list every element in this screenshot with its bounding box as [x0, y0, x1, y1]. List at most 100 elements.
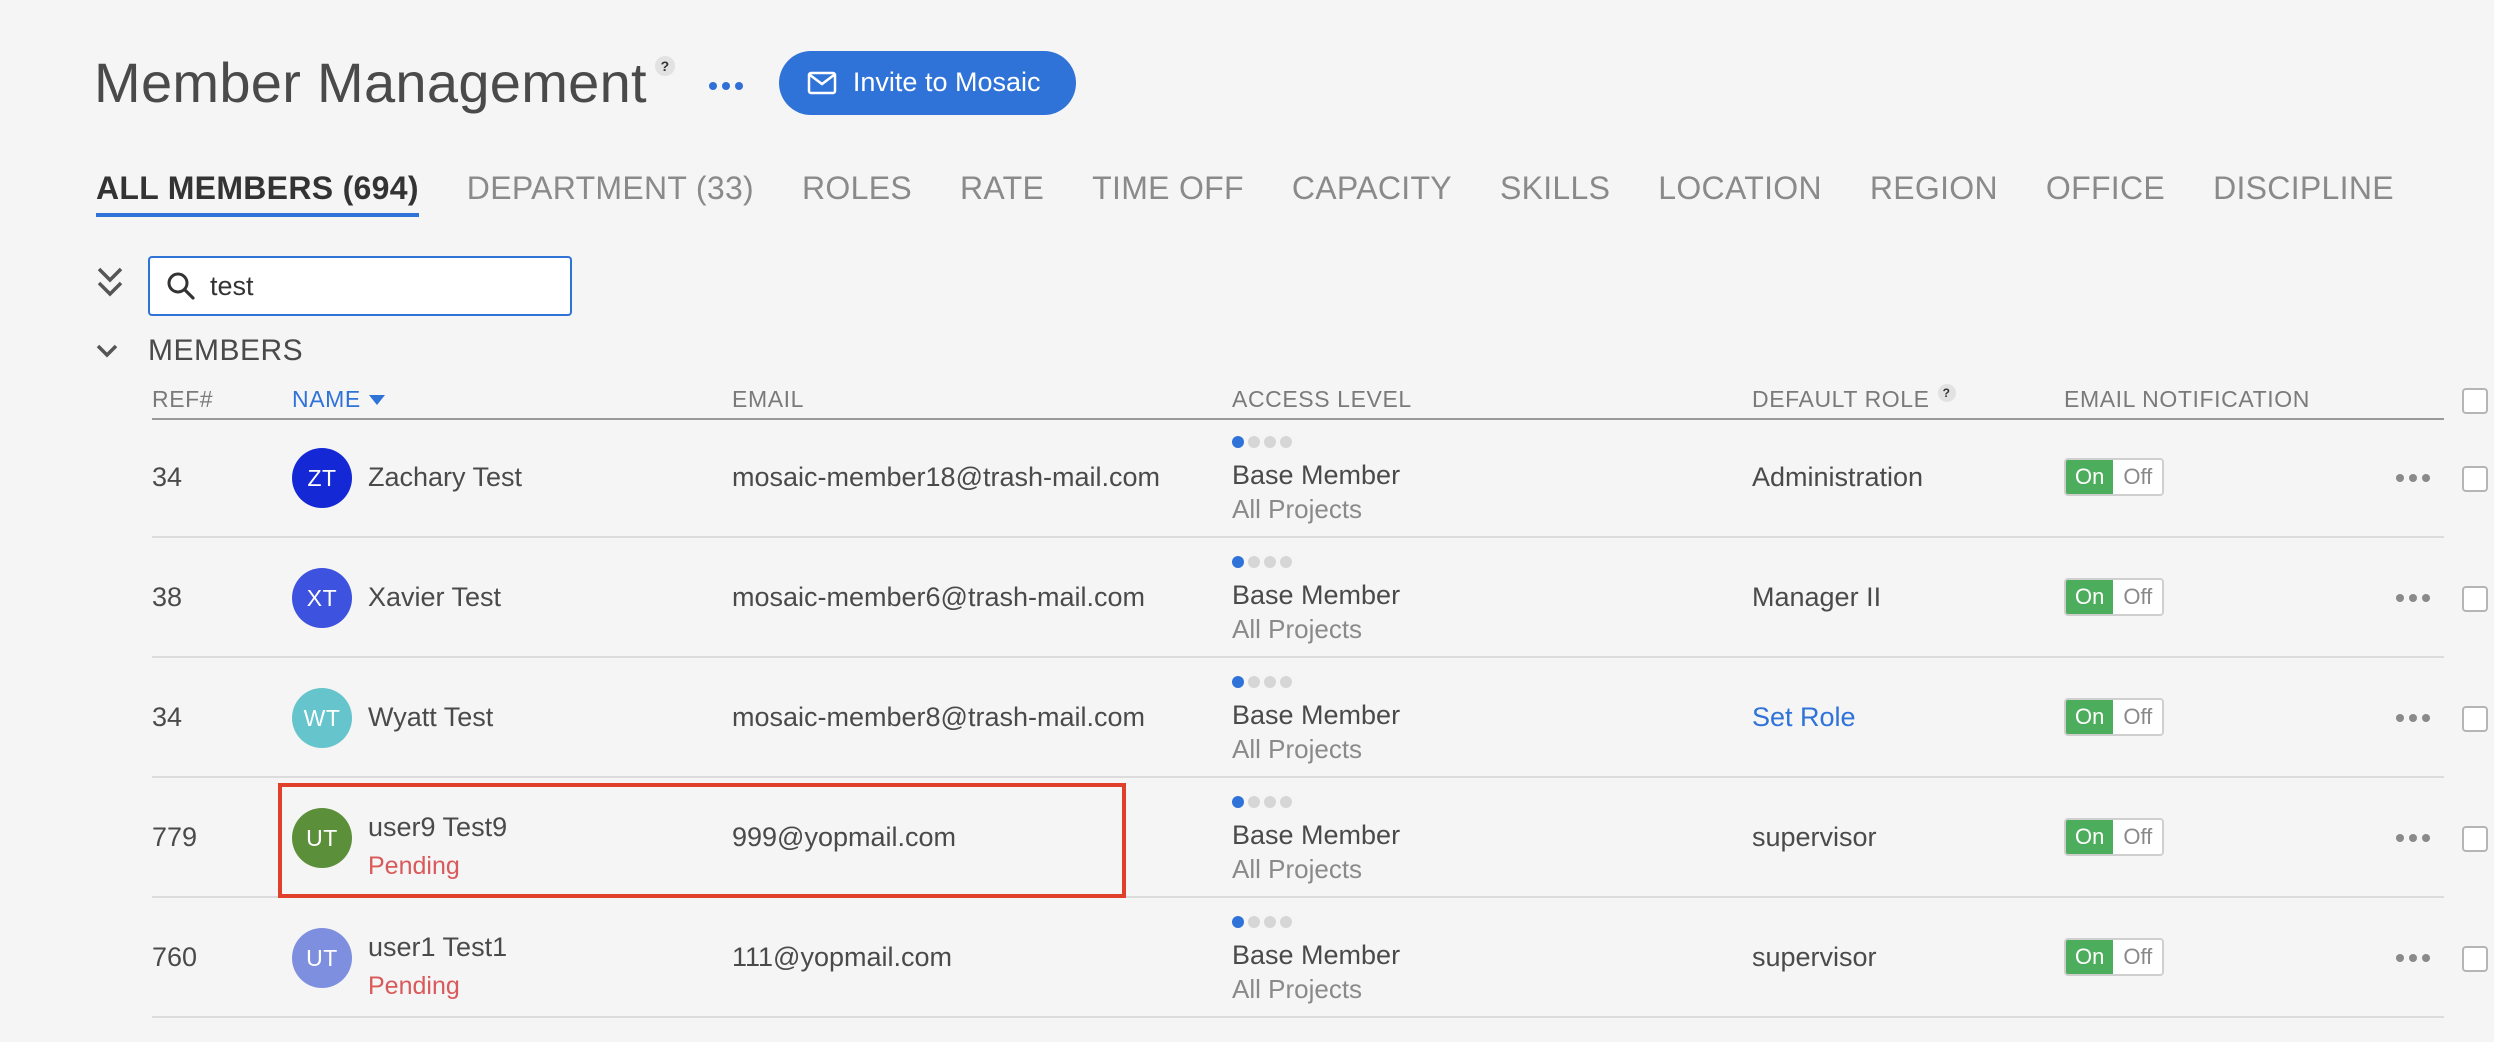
member-name[interactable]: Xavier Test [368, 582, 501, 613]
toggle-on[interactable]: On [2066, 820, 2114, 854]
avatar[interactable]: ZT [292, 448, 352, 508]
search-input[interactable] [210, 270, 550, 302]
member-name[interactable]: user9 Test9 [368, 812, 507, 843]
page-header: Member Management ? Invite to Mosaic [94, 50, 1077, 115]
tab-capacity[interactable]: CAPACITY [1292, 170, 1452, 217]
row-checkbox[interactable] [2462, 946, 2488, 972]
avatar[interactable]: WT [292, 688, 352, 748]
invite-to-mosaic-button[interactable]: Invite to Mosaic [778, 50, 1077, 115]
avatar[interactable]: XT [292, 568, 352, 628]
tab-time-off[interactable]: TIME OFF [1092, 170, 1244, 217]
members-section-toggle[interactable]: MEMBERS [96, 334, 303, 368]
ref-number: 760 [152, 942, 198, 972]
tab-rate[interactable]: RATE [960, 170, 1044, 217]
row-more-options-icon[interactable] [2396, 834, 2430, 842]
help-icon[interactable]: ? [1937, 383, 1956, 402]
ref-number: 779 [152, 822, 198, 852]
tab-all-members[interactable]: ALL MEMBERS (694) [96, 170, 419, 217]
toggle-off[interactable]: Off [2113, 700, 2163, 734]
pending-status: Pending [368, 852, 460, 880]
toggle-off[interactable]: Off [2113, 460, 2163, 494]
access-level[interactable]: Base Member [1232, 940, 1400, 971]
table-row[interactable]: 760 UT user1 Test1 Pending 111@yopmail.c… [0, 898, 2494, 1018]
row-more-options-icon[interactable] [2396, 474, 2430, 482]
mail-icon [807, 71, 837, 94]
default-role[interactable]: Manager II [1752, 582, 1881, 613]
toggle-off[interactable]: Off [2113, 940, 2163, 974]
help-icon[interactable]: ? [654, 55, 675, 76]
column-header-access-level: ACCESS LEVEL [1232, 386, 1412, 412]
member-name[interactable]: Zachary Test [368, 462, 522, 493]
access-level-indicator [1232, 556, 1292, 568]
chevron-down-icon [96, 344, 118, 358]
table-row[interactable]: 34 WT Wyatt Test mosaic-member8@trash-ma… [0, 658, 2494, 778]
access-scope: All Projects [1232, 854, 1363, 884]
column-header-name-label: NAME [292, 386, 361, 412]
access-level-indicator [1232, 676, 1292, 688]
search-field[interactable] [148, 256, 572, 316]
default-role[interactable]: supervisor [1752, 942, 1877, 973]
toggle-off[interactable]: Off [2113, 580, 2163, 614]
email-notification-toggle[interactable]: On Off [2064, 698, 2165, 736]
more-options-icon[interactable] [708, 81, 743, 90]
access-level[interactable]: Base Member [1232, 580, 1400, 611]
email-notification-toggle[interactable]: On Off [2064, 458, 2165, 496]
column-header-default-role-label: DEFAULT ROLE [1752, 386, 1930, 412]
toggle-off[interactable]: Off [2113, 820, 2163, 854]
select-all-checkbox[interactable] [2462, 388, 2488, 414]
tab-office[interactable]: OFFICE [2046, 170, 2165, 217]
toggle-on[interactable]: On [2066, 700, 2114, 734]
row-checkbox[interactable] [2462, 826, 2488, 852]
row-checkbox[interactable] [2462, 706, 2488, 732]
member-email: mosaic-member8@trash-mail.com [732, 702, 1145, 732]
email-notification-toggle[interactable]: On Off [2064, 938, 2165, 976]
tab-region[interactable]: REGION [1870, 170, 1998, 217]
access-scope: All Projects [1232, 734, 1363, 764]
tab-department[interactable]: DEPARTMENT (33) [467, 170, 754, 217]
member-tabs: ALL MEMBERS (694) DEPARTMENT (33) ROLES … [96, 170, 2442, 217]
collapse-all-icon[interactable] [96, 265, 124, 304]
access-level[interactable]: Base Member [1232, 820, 1400, 851]
invite-button-label: Invite to Mosaic [852, 67, 1041, 97]
email-notification-toggle[interactable]: On Off [2064, 818, 2165, 856]
default-role[interactable]: Administration [1752, 462, 1923, 493]
column-header-name[interactable]: NAME [292, 386, 385, 413]
set-role-link[interactable]: Set Role [1752, 702, 1856, 733]
toggle-on[interactable]: On [2066, 940, 2114, 974]
row-more-options-icon[interactable] [2396, 594, 2430, 602]
column-header-default-role: DEFAULT ROLE ? [1752, 383, 1956, 413]
tab-roles[interactable]: ROLES [802, 170, 912, 217]
avatar[interactable]: UT [292, 808, 352, 868]
table-row[interactable]: 34 ZT Zachary Test mosaic-member18@trash… [0, 418, 2494, 538]
avatar[interactable]: UT [292, 928, 352, 988]
access-level[interactable]: Base Member [1232, 460, 1400, 491]
table-row[interactable]: 779 UT user9 Test9 Pending 999@yopmail.c… [0, 778, 2494, 898]
member-email: 111@yopmail.com [732, 942, 952, 972]
access-scope: All Projects [1232, 494, 1363, 524]
column-header-email: EMAIL [732, 386, 805, 412]
email-notification-toggle[interactable]: On Off [2064, 578, 2165, 616]
tab-discipline[interactable]: DISCIPLINE [2213, 170, 2394, 217]
row-checkbox[interactable] [2462, 466, 2488, 492]
member-name[interactable]: user1 Test1 [368, 932, 507, 963]
table-row[interactable]: 38 XT Xavier Test mosaic-member6@trash-m… [0, 538, 2494, 658]
ref-number: 38 [152, 582, 183, 612]
ref-number: 34 [152, 702, 183, 732]
column-header-email-notification: EMAIL NOTIFICATION [2064, 386, 2310, 412]
toggle-on[interactable]: On [2066, 580, 2114, 614]
access-level-indicator [1232, 916, 1292, 928]
tab-location[interactable]: LOCATION [1658, 170, 1822, 217]
access-scope: All Projects [1232, 614, 1363, 644]
member-name[interactable]: Wyatt Test [368, 702, 493, 733]
default-role[interactable]: supervisor [1752, 822, 1877, 853]
row-more-options-icon[interactable] [2396, 954, 2430, 962]
row-divider [152, 1016, 2444, 1018]
row-checkbox[interactable] [2462, 586, 2488, 612]
row-more-options-icon[interactable] [2396, 714, 2430, 722]
access-scope: All Projects [1232, 974, 1363, 1004]
tab-skills[interactable]: SKILLS [1500, 170, 1610, 217]
pending-status: Pending [368, 972, 460, 1000]
toggle-on[interactable]: On [2066, 460, 2114, 494]
column-header-ref: REF# [152, 386, 214, 412]
access-level[interactable]: Base Member [1232, 700, 1400, 731]
